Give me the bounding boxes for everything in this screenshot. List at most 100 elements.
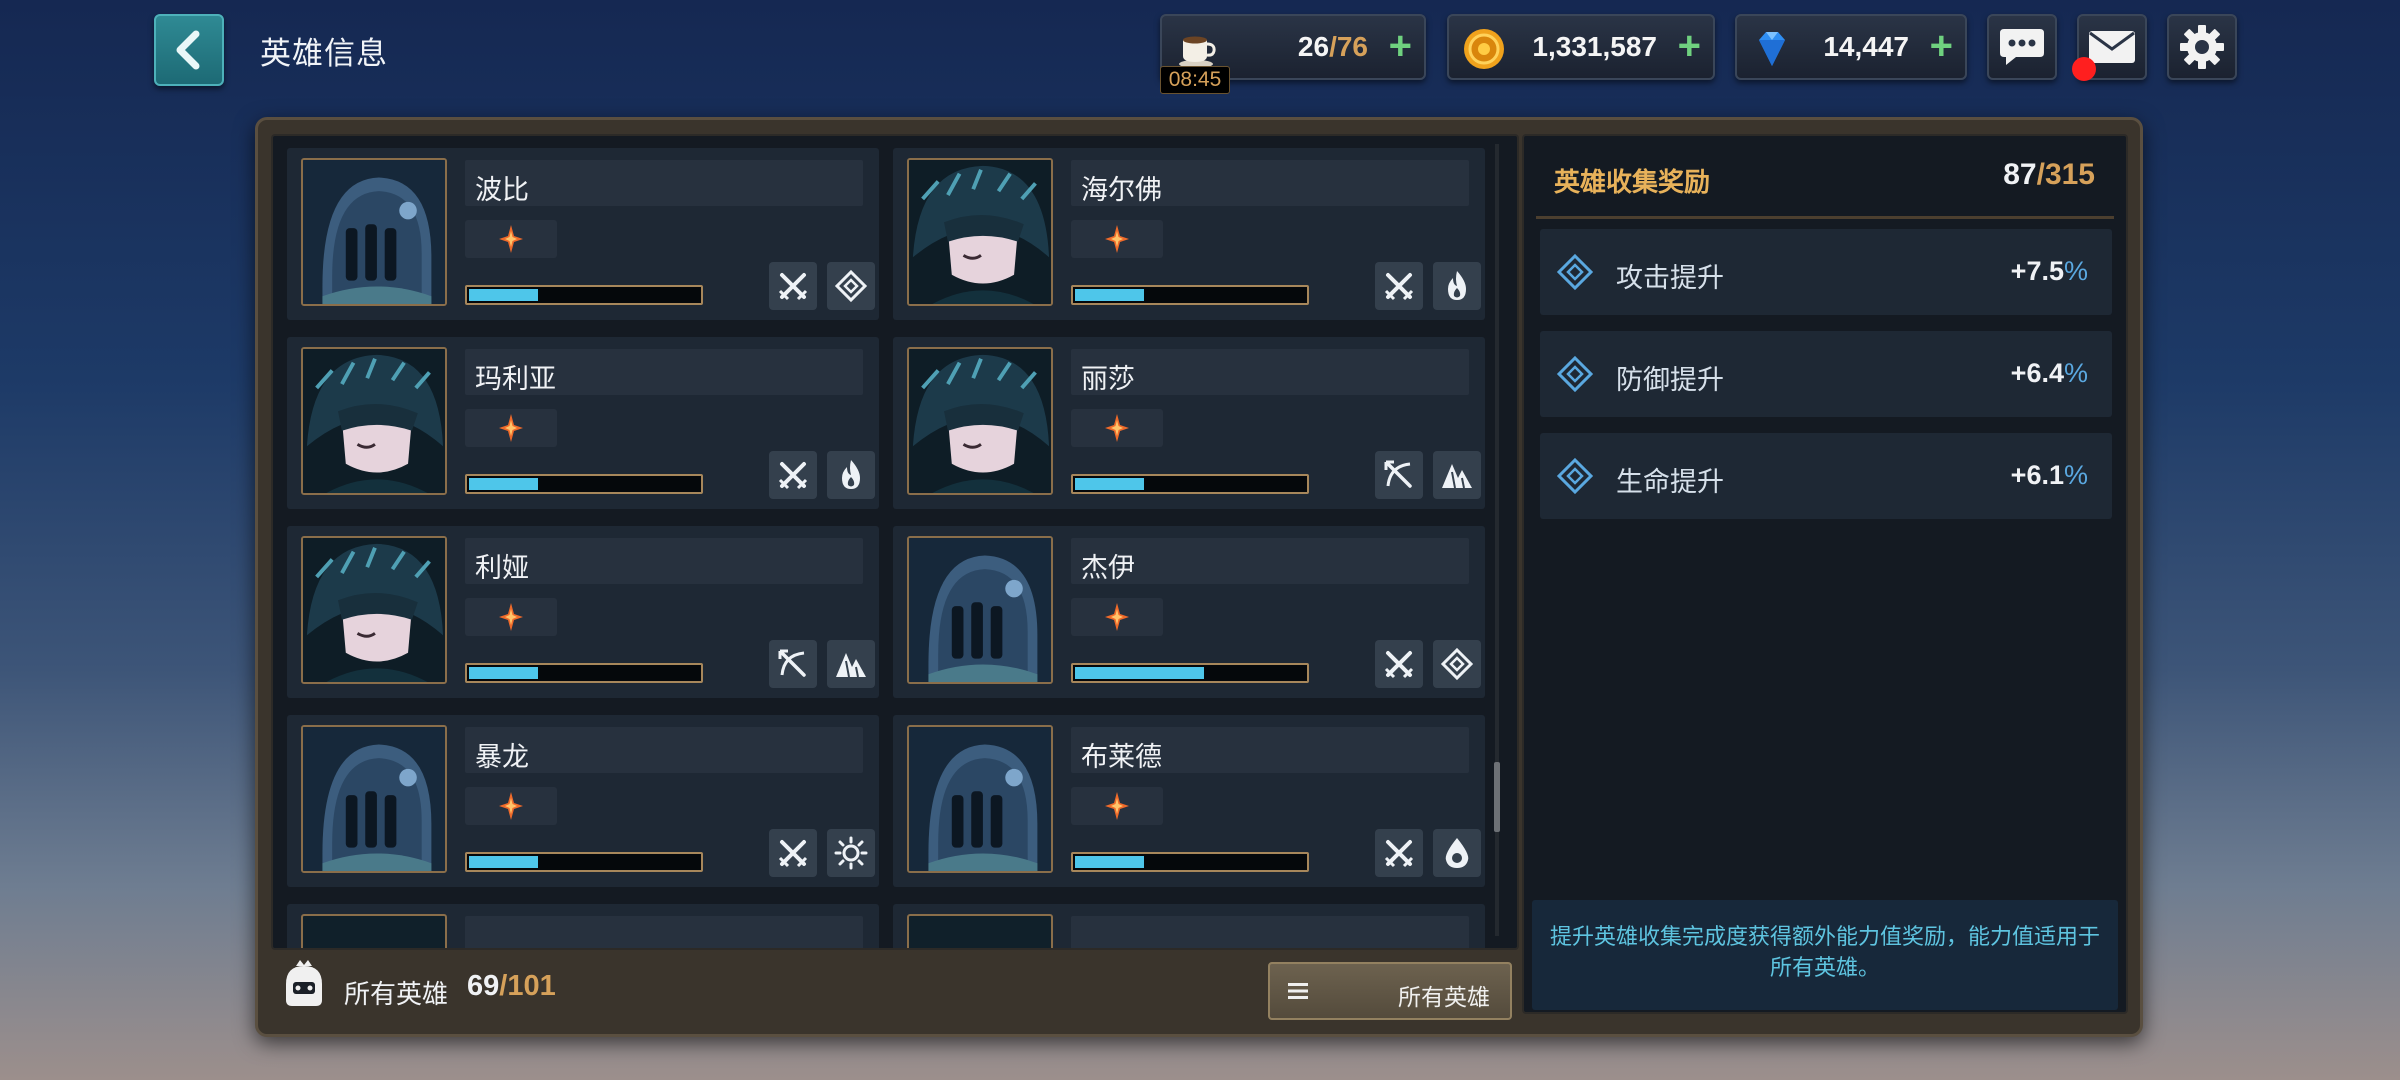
- gear-icon: [2180, 25, 2224, 69]
- hero-filter-label: 所有英雄: [1398, 984, 1490, 1010]
- hero-exp-fill: [469, 856, 538, 868]
- hero-card[interactable]: 暴龙: [287, 715, 879, 887]
- hero-portrait: [907, 536, 1053, 684]
- hero-class-badge: [769, 829, 817, 877]
- hero-card[interactable]: 海尔佛: [893, 148, 1485, 320]
- water-drop-icon: [1440, 836, 1474, 870]
- collection-reward-count: 87/315: [2003, 158, 2095, 192]
- hero-name-plate: 波比: [465, 160, 863, 206]
- hero-portrait: [907, 158, 1053, 306]
- hero-star-rank: [1071, 409, 1163, 447]
- hero-filter-button[interactable]: 所有英雄: [1268, 962, 1512, 1020]
- stat-unit-defense: %: [2063, 358, 2088, 388]
- hero-portrait: [301, 536, 447, 684]
- diamond-rune-icon: [1440, 647, 1474, 681]
- hero-card[interactable]: 波比: [287, 148, 879, 320]
- hero-name-plate: 丽莎: [1071, 349, 1469, 395]
- hero-star-rank: [465, 787, 557, 825]
- collection-reward-description: 提升英雄收集完成度获得额外能力值奖励，能力值适用于所有英雄。: [1532, 900, 2118, 1010]
- stat-label-health: 生命提升: [1616, 467, 1724, 497]
- hero-list-scrollbar-thumb[interactable]: [1494, 762, 1500, 832]
- gem-add-button[interactable]: +: [1930, 26, 1953, 66]
- all-heroes-label: 所有英雄: [344, 979, 449, 1009]
- hero-helmet-icon: [286, 960, 322, 1006]
- hero-class-badge: [1375, 640, 1423, 688]
- flame-icon: [1440, 269, 1474, 303]
- hero-card[interactable]: 丽莎: [893, 337, 1485, 509]
- diamond-rune-icon: [1556, 457, 1594, 495]
- gold-add-button[interactable]: +: [1678, 26, 1701, 66]
- hero-exp-fill: [469, 667, 538, 679]
- gem-counter: 14,447 +: [1735, 14, 1967, 80]
- gem-value: 14,447: [1823, 31, 1909, 62]
- chat-button[interactable]: [1987, 14, 2057, 80]
- stamina-add-button[interactable]: +: [1389, 26, 1412, 66]
- hero-portrait: [907, 347, 1053, 495]
- hero-class-badge: [1433, 451, 1481, 499]
- hero-card[interactable]: 布莱德: [893, 715, 1485, 887]
- crossed-bow-icon: [776, 647, 810, 681]
- diamond-rune-icon: [834, 269, 868, 303]
- hero-exp-bar: [1071, 663, 1309, 683]
- star-icon: [499, 792, 523, 820]
- hero-card-partial[interactable]: [287, 904, 879, 948]
- hero-exp-bar: [465, 474, 703, 494]
- hero-list-panel[interactable]: 波比 海尔佛玛利亚 丽莎利娅 杰伊暴龙 布莱德: [271, 134, 1519, 950]
- hero-class-badge: [1433, 640, 1481, 688]
- stat-label-defense: 防御提升: [1616, 365, 1724, 395]
- hero-name: 暴龙: [475, 742, 529, 772]
- hero-portrait: [301, 914, 447, 948]
- reward-current: 87: [2003, 158, 2037, 191]
- settings-button[interactable]: [2167, 14, 2237, 80]
- hero-name-plate: 玛利亚: [465, 349, 863, 395]
- hero-name: 玛利亚: [475, 364, 556, 394]
- hero-exp-bar: [1071, 474, 1309, 494]
- hero-star-rank: [465, 598, 557, 636]
- hero-name: 丽莎: [1081, 364, 1135, 394]
- hero-collection-count: 69/101: [467, 970, 556, 1003]
- hero-card[interactable]: 杰伊: [893, 526, 1485, 698]
- hero-class-badge: [1375, 451, 1423, 499]
- hero-card[interactable]: 利娅: [287, 526, 879, 698]
- hero-exp-bar: [1071, 852, 1309, 872]
- hero-name: 利娅: [475, 553, 529, 583]
- hero-exp-bar: [465, 285, 703, 305]
- gold-value: 1,331,587: [1532, 31, 1657, 62]
- hero-class-badge: [769, 451, 817, 499]
- star-icon: [499, 414, 523, 442]
- hero-name: 杰伊: [1081, 553, 1135, 583]
- hero-card[interactable]: 玛利亚: [287, 337, 879, 509]
- crossed-bow-icon: [1382, 458, 1416, 492]
- hero-name: 布莱德: [1081, 742, 1162, 772]
- hero-card-partial[interactable]: [893, 904, 1485, 948]
- hero-exp-fill: [1075, 478, 1144, 490]
- diamond-rune-icon: [1556, 355, 1594, 393]
- hero-star-rank: [1071, 220, 1163, 258]
- crossed-swords-icon: [776, 269, 810, 303]
- hero-exp-bar: [465, 663, 703, 683]
- hero-exp-fill: [1075, 289, 1144, 301]
- hero-name-plate: [1071, 916, 1469, 948]
- hero-class-badge: [1433, 829, 1481, 877]
- hero-class-badge: [769, 262, 817, 310]
- gold-coin-icon: [1464, 29, 1504, 69]
- hero-star-rank: [1071, 787, 1163, 825]
- hero-name-plate: 杰伊: [1071, 538, 1469, 584]
- stat-value-defense: +6.4: [2010, 358, 2064, 388]
- hero-exp-fill: [1075, 667, 1204, 679]
- back-button[interactable]: [154, 14, 224, 86]
- crossed-swords-icon: [1382, 647, 1416, 681]
- hero-class-badge: [827, 640, 875, 688]
- stat-value-attack: +7.5: [2010, 256, 2064, 286]
- hero-class-badge: [769, 640, 817, 688]
- hero-star-rank: [1071, 598, 1163, 636]
- hero-name-plate: 海尔佛: [1071, 160, 1469, 206]
- mail-icon: [2089, 31, 2135, 63]
- hero-exp-fill: [1075, 856, 1144, 868]
- star-icon: [1105, 225, 1129, 253]
- stat-unit-attack: %: [2063, 256, 2088, 286]
- reward-max: 315: [2044, 158, 2095, 191]
- mountain-icon: [834, 647, 868, 681]
- sun-icon: [834, 836, 868, 870]
- menu-lines-icon: [1288, 983, 1308, 999]
